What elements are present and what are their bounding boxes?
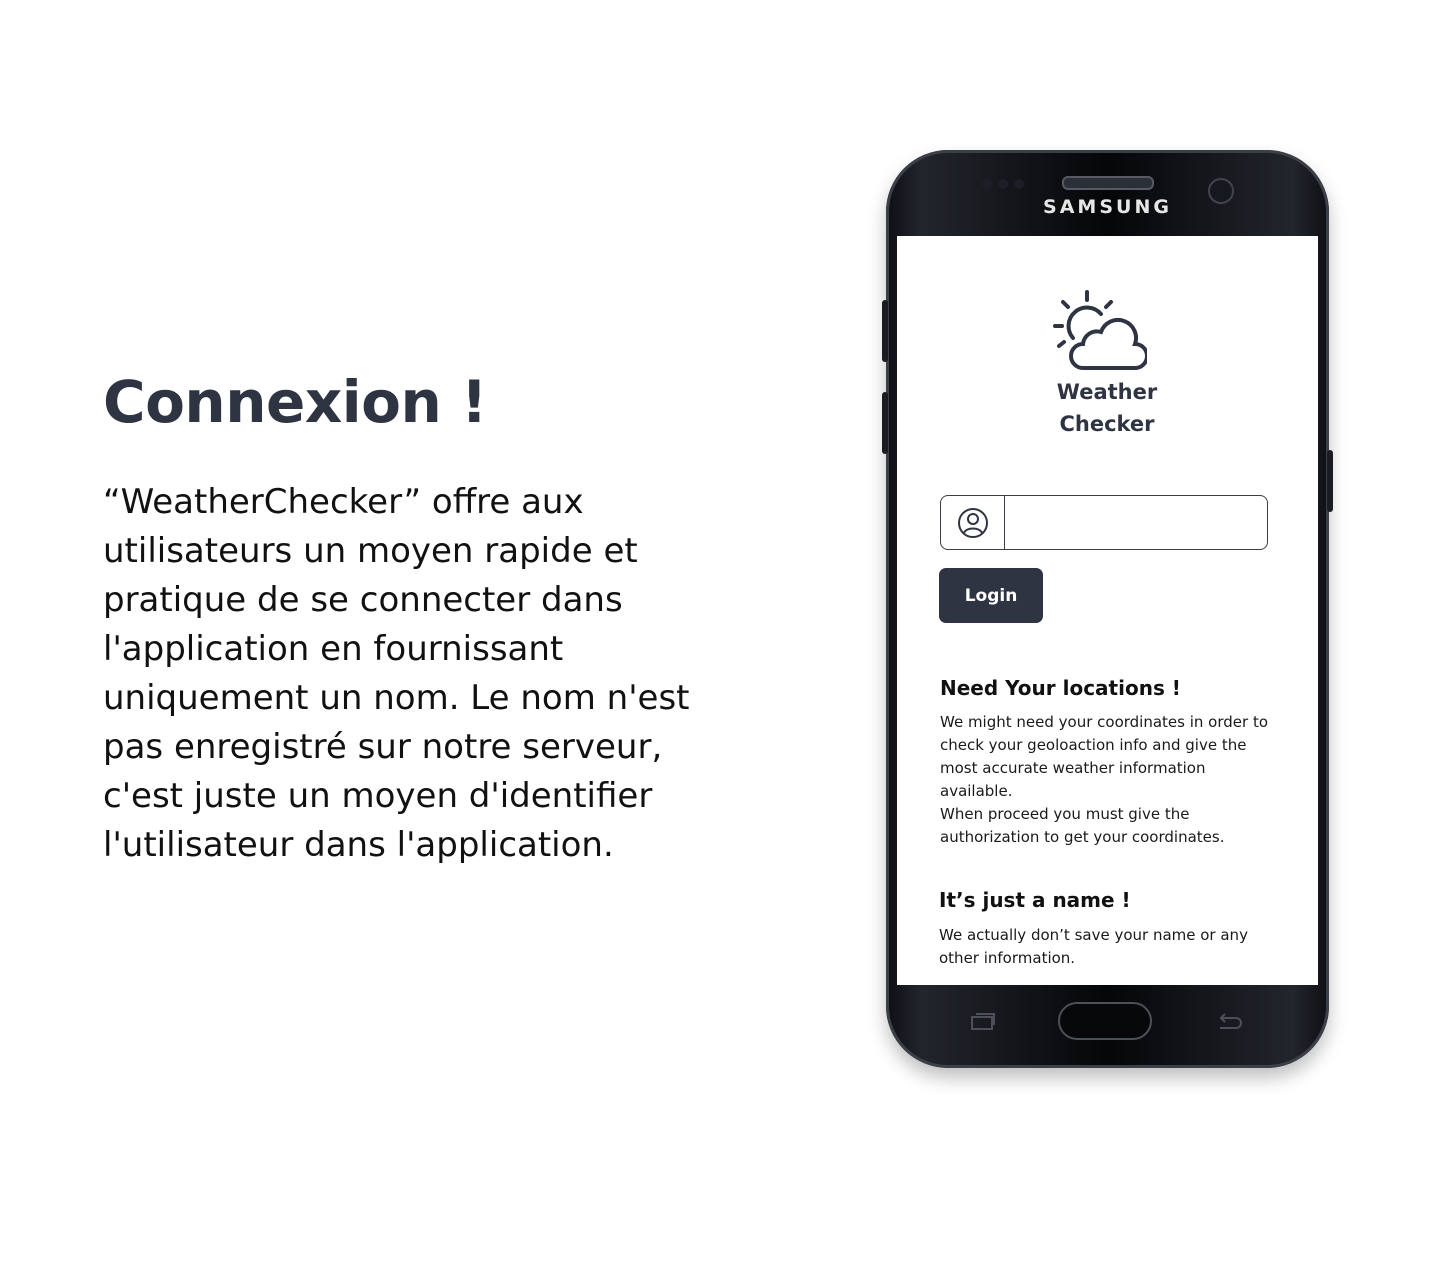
volume-down-button [882,392,888,454]
app-name: Weather Checker [1007,376,1207,440]
weather-sun-cloud-icon [1053,290,1147,370]
power-button [1327,450,1333,512]
device-brand: SAMSUNG [1043,196,1172,218]
home-button[interactable] [1058,1002,1152,1040]
locations-body-line: When proceed you must give the [940,805,1190,823]
sensor-icon [982,174,1042,189]
name-notice-heading: It’s just a name ! [939,888,1131,912]
name-notice-body-line: We actually don’t save your name or any [939,926,1248,944]
locations-body-line: most accurate weather information [940,759,1206,777]
locations-body: We might need your coordinates in order … [940,711,1290,849]
recent-apps-icon[interactable] [970,1012,996,1030]
locations-body-line: We might need your coordinates in order … [940,713,1269,731]
app-screen: Weather Checker Login Need Your location… [897,236,1318,985]
login-button[interactable]: Login [939,568,1043,623]
name-notice-body-line: other information. [939,949,1076,967]
name-input[interactable] [1005,496,1267,549]
name-input-addon [941,496,1005,549]
name-notice-body: We actually don’t save your name or any … [939,924,1289,970]
locations-body-line: authorization to get your coordinates. [940,828,1225,846]
promo-title: Connexion ! [103,368,487,436]
locations-body-line: available. [940,782,1013,800]
app-name-line1: Weather [1056,380,1158,404]
app-name-line2: Checker [1059,412,1155,436]
back-icon[interactable] [1216,1012,1244,1030]
name-input-group [940,495,1268,550]
earpiece-speaker [1062,176,1154,190]
phone-mockup: SAMSUNG Weather Checker Login Need Your … [882,150,1333,1068]
volume-up-button [882,300,888,362]
locations-body-line: check your geoloaction info and give the [940,736,1247,754]
promo-description: “WeatherChecker” offre aux utilisateurs … [103,482,690,865]
locations-heading: Need Your locations ! [940,676,1181,700]
user-circle-icon [957,507,988,538]
